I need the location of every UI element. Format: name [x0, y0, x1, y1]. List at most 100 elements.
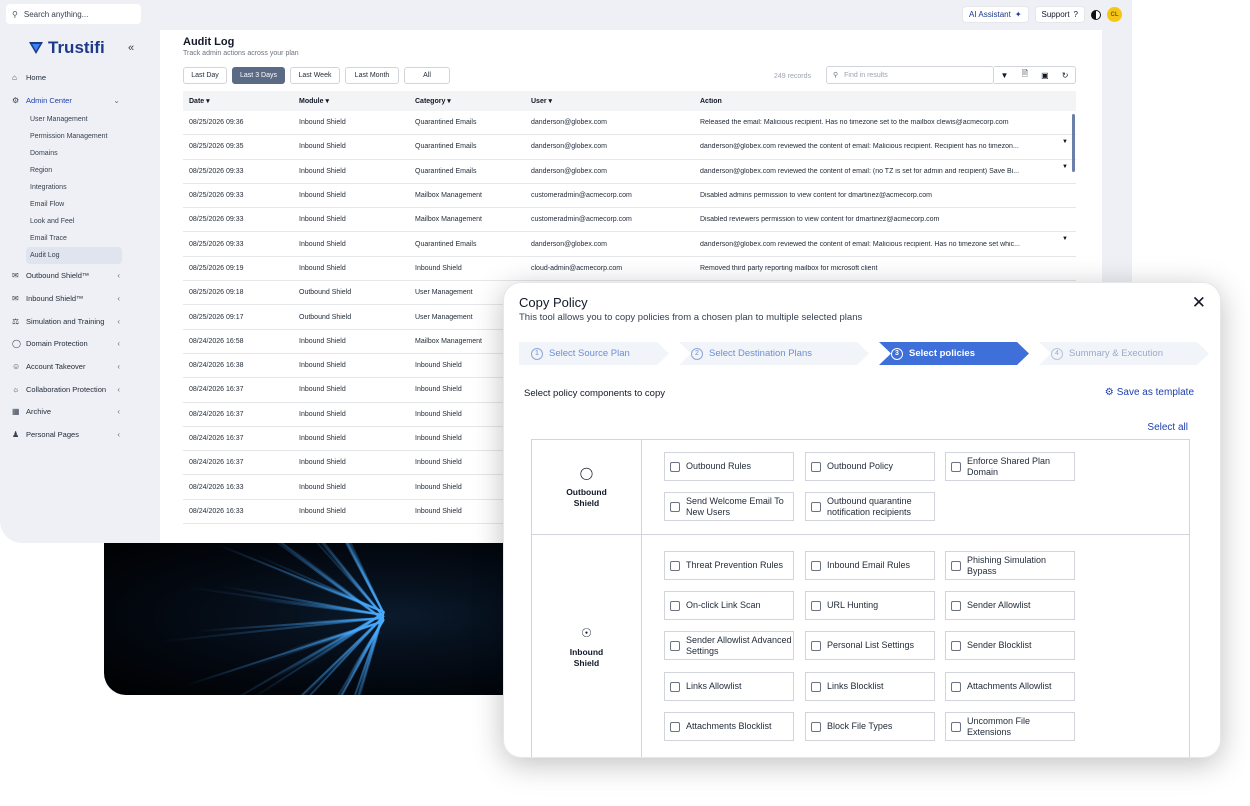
checkbox[interactable] [951, 461, 961, 472]
policy-option-phishing-simulation-bypass[interactable]: Phishing Simulation Bypass [945, 551, 1075, 580]
step-summary-execution[interactable]: 4 Summary & Execution [1039, 342, 1163, 365]
checkbox[interactable] [811, 461, 821, 472]
avatar[interactable]: CL [1107, 7, 1122, 22]
sidebar-subitem-permission-management[interactable]: Permission Management [0, 128, 160, 145]
checkbox[interactable] [670, 461, 680, 472]
sidebar-item-collaboration-protection[interactable]: ☼ Collaboration Protection ‹ [0, 378, 160, 401]
table-row[interactable]: 08/25/2026 09:33 Inbound Shield Mailbox Ma… [183, 208, 1076, 233]
table-cell: cloud-admin@acmecorp.com [531, 264, 623, 272]
checkbox[interactable] [811, 681, 821, 692]
sidebar-subitem-domains[interactable]: Domains [0, 145, 160, 162]
sidebar-item-account-takeover[interactable]: ☺ Account Takeover ‹ [0, 355, 160, 378]
checkbox[interactable] [670, 681, 680, 692]
ai-assistant-button[interactable]: AI Assistant ✦ [962, 6, 1029, 23]
sidebar-item-outbound-shield[interactable]: ✉ Outbound Shield™ ‹ [0, 264, 160, 287]
column-header-user[interactable]: User ▾ [531, 97, 700, 105]
policy-option-sender-allowlist-advanced-settings[interactable]: Sender Allowlist Advanced Settings [664, 631, 794, 660]
step-select-destination-plans[interactable]: 2 Select Destination Plans [679, 342, 812, 365]
sidebar-subitem-look-and-feel[interactable]: Look and Feel [0, 213, 160, 230]
checkbox[interactable] [811, 600, 821, 611]
policy-option-attachments-blocklist[interactable]: Attachments Blocklist [664, 712, 794, 741]
checkbox[interactable] [951, 600, 961, 611]
policy-option-send-welcome-email-to-new-users[interactable]: Send Welcome Email To New Users [664, 492, 794, 521]
collapse-sidebar-icon[interactable]: « [128, 42, 134, 54]
sidebar-item-simulation-and-training[interactable]: ⚖ Simulation and Training ‹ [0, 310, 160, 333]
global-search-input[interactable]: ⚲ Search anything... [6, 4, 141, 24]
filter-last-week-button[interactable]: Last Week [290, 67, 340, 84]
sidebar-item-home[interactable]: ⌂ Home [0, 66, 160, 89]
table-row[interactable]: 08/25/2026 09:33 Inbound Shield Mailbox Ma… [183, 184, 1076, 209]
sidebar-subitem-user-management[interactable]: User Management [0, 111, 160, 128]
checkbox[interactable] [951, 721, 961, 732]
filter-all-button[interactable]: All [404, 67, 450, 84]
sidebar-subitem-email-flow[interactable]: Email Flow [0, 196, 160, 213]
checkbox[interactable] [951, 640, 961, 651]
policy-option-personal-list-settings[interactable]: Personal List Settings [805, 631, 935, 660]
checkbox[interactable] [811, 501, 821, 512]
select-all-link[interactable]: Select all [1147, 422, 1188, 433]
table-row[interactable]: 08/25/2026 09:36 Inbound Shield Quarantine… [183, 111, 1076, 136]
table-row[interactable]: 08/25/2026 09:35 Inbound Shield Quarantine… [183, 135, 1076, 160]
column-header-action[interactable]: Action [700, 98, 1076, 105]
policy-option-block-file-types[interactable]: Block File Types [805, 712, 935, 741]
checkbox[interactable] [951, 560, 961, 571]
checkbox[interactable] [670, 640, 680, 651]
checkbox[interactable] [811, 560, 821, 571]
column-header-module[interactable]: Module ▾ [299, 97, 415, 105]
sidebar-subitem-integrations[interactable]: Integrations [0, 179, 160, 196]
sidebar-item-admin-center[interactable]: ⚙ Admin Center ⌄ [0, 89, 160, 112]
table-row[interactable]: 08/25/2026 09:33 Inbound Shield Quarantine… [183, 232, 1076, 257]
filter-last-3-days-button[interactable]: Last 3 Days [232, 67, 285, 84]
filter-last-month-button[interactable]: Last Month [345, 67, 399, 84]
close-icon[interactable]: ✕ [1192, 294, 1206, 311]
policy-option-links-allowlist[interactable]: Links Allowlist [664, 672, 794, 701]
checkbox[interactable] [951, 681, 961, 692]
checkbox[interactable] [670, 600, 680, 611]
policy-option-outbound-rules[interactable]: Outbound Rules [664, 452, 794, 481]
table-scrollbar[interactable] [1072, 114, 1075, 172]
expand-row-icon[interactable]: ▼ [1062, 164, 1068, 170]
policy-option-on-click-link-scan[interactable]: On-click Link Scan [664, 591, 794, 620]
policy-option-sender-allowlist[interactable]: Sender Allowlist [945, 591, 1075, 620]
export-file-icon[interactable]: 🗎 [1022, 68, 1028, 82]
checkbox[interactable] [670, 501, 680, 512]
theme-toggle-icon[interactable] [1091, 9, 1101, 20]
policy-option-inbound-email-rules[interactable]: Inbound Email Rules [805, 551, 935, 580]
policy-option-links-blocklist[interactable]: Links Blocklist [805, 672, 935, 701]
support-button[interactable]: Support ? [1034, 6, 1085, 23]
table-row[interactable]: 08/25/2026 09:33 Inbound Shield Quarantine… [183, 160, 1076, 184]
table-row[interactable]: 08/25/2026 09:19 Inbound Shield Inbound Sh… [183, 257, 1076, 282]
checkbox[interactable] [670, 721, 680, 732]
checkbox[interactable] [811, 640, 821, 651]
sidebar-item-domain-protection[interactable]: ◯ Domain Protection ‹ [0, 332, 160, 355]
policy-option-outbound-quarantine-notification-recipients[interactable]: Outbound quarantine notification recipie… [805, 492, 935, 521]
column-header-category[interactable]: Category ▾ [415, 97, 531, 105]
policy-option-url-hunting[interactable]: URL Hunting [805, 591, 935, 620]
checkbox[interactable] [811, 721, 821, 732]
policy-option-sender-blocklist[interactable]: Sender Blocklist [945, 631, 1075, 660]
refresh-icon[interactable]: ↻ [1062, 71, 1069, 80]
expand-row-icon[interactable]: ▼ [1062, 236, 1068, 242]
step-select-policies[interactable]: 3 Select policies [879, 342, 975, 365]
checkbox[interactable] [670, 560, 680, 571]
policy-option-uncommon-file-extensions[interactable]: Uncommon File Extensions [945, 712, 1075, 741]
policy-option-enforce-shared-plan-domain[interactable]: Enforce Shared Plan Domain [945, 452, 1075, 481]
sidebar-subitem-email-trace[interactable]: Email Trace [0, 230, 160, 247]
step-select-source-plan[interactable]: 1 Select Source Plan [519, 342, 630, 365]
policy-option-outbound-policy[interactable]: Outbound Policy [805, 452, 935, 481]
table-cell: 08/25/2026 09:33 [189, 216, 244, 224]
find-in-results-input[interactable]: ⚲ Find in results [826, 66, 994, 84]
archive-icon[interactable]: ▣ [1041, 71, 1049, 80]
filter-last-day-button[interactable]: Last Day [183, 67, 227, 84]
sidebar-subitem-audit-log[interactable]: Audit Log [26, 247, 122, 265]
expand-row-icon[interactable]: ▼ [1062, 139, 1068, 145]
policy-option-threat-prevention-rules[interactable]: Threat Prevention Rules [664, 551, 794, 580]
sidebar-item-personal-pages[interactable]: ♟ Personal Pages ‹ [0, 423, 160, 446]
sidebar-item-inbound-shield[interactable]: ✉ Inbound Shield™ ‹ [0, 287, 160, 310]
sidebar-subitem-region[interactable]: Region [0, 162, 160, 179]
sidebar-item-archive[interactable]: ▦ Archive ‹ [0, 401, 160, 424]
column-header-date[interactable]: Date ▾ [183, 97, 299, 105]
filter-clear-icon[interactable]: ▼ [1001, 71, 1009, 80]
save-as-template-button[interactable]: ⚙ Save as template [1105, 387, 1194, 398]
policy-option-attachments-allowlist[interactable]: Attachments Allowlist [945, 672, 1075, 701]
